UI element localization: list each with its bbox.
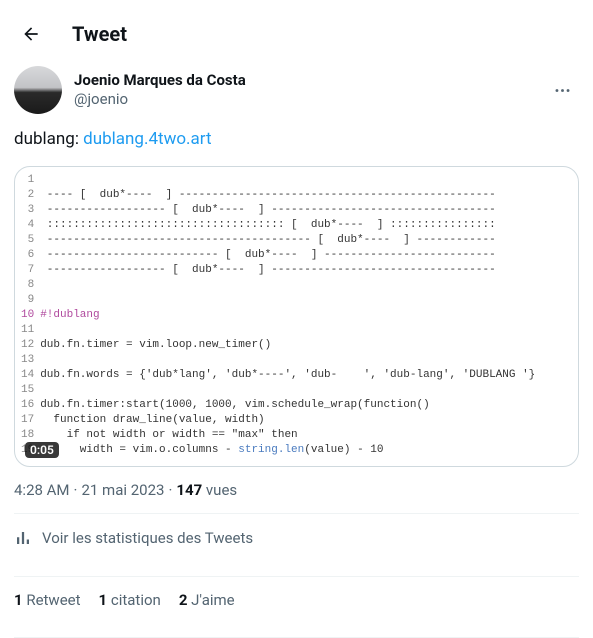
tweet-time[interactable]: 4:28 AM — [14, 481, 70, 499]
tweet-media[interactable]: 12345678910111213141516171819 ---- [ dub… — [14, 166, 579, 467]
tweet-date[interactable]: 21 mai 2023 — [81, 481, 164, 499]
more-button[interactable] — [545, 73, 579, 107]
tweet-text: dublang: dublang.4two.art — [14, 128, 579, 152]
analytics-label: Voir les statistiques des Tweets — [42, 529, 253, 547]
views-count: 147 — [176, 481, 202, 499]
view-tweet-analytics[interactable]: Voir les statistiques des Tweets — [14, 514, 579, 562]
more-icon — [553, 81, 572, 100]
likes-count[interactable]: 2 J'aime — [179, 591, 235, 609]
back-button[interactable] — [14, 17, 48, 51]
author-name[interactable]: Joenio Marques da Costa — [74, 71, 545, 90]
author-handle[interactable]: @joenio — [74, 90, 545, 109]
tweet-counts: 1 Retweet 1 citation 2 J'aime — [14, 577, 579, 623]
avatar[interactable] — [14, 66, 62, 114]
retweets-count[interactable]: 1 Retweet — [14, 591, 81, 609]
tweet-link[interactable]: dublang.4two.art — [83, 129, 211, 149]
tweet-text-plain: dublang: — [14, 129, 83, 149]
page-title: Tweet — [72, 22, 127, 46]
code-preview: 12345678910111213141516171819 ---- [ dub… — [15, 167, 578, 466]
tweet-meta: 4:28 AM · 21 mai 2023 · 147 vues — [14, 481, 579, 499]
video-duration-badge: 0:05 — [25, 442, 59, 458]
analytics-icon — [14, 529, 32, 547]
views-label: vues — [202, 481, 237, 499]
arrow-left-icon — [21, 24, 41, 44]
quotes-count[interactable]: 1 citation — [99, 591, 161, 609]
